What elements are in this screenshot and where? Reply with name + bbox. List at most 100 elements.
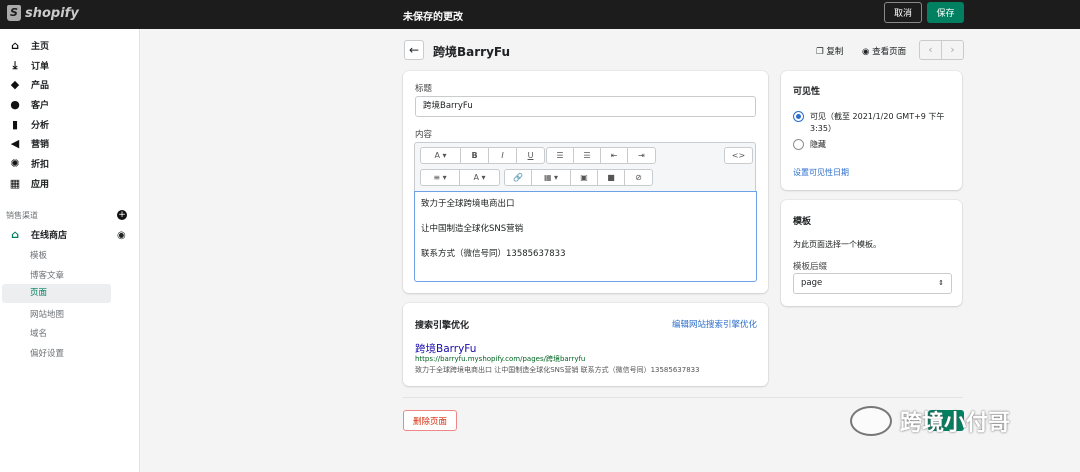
template-card: 模板 为此页面选择一个模板。 模板后缀 page ⇕ xyxy=(781,200,962,306)
watermark: 跨境小付哥 xyxy=(850,405,1010,437)
text-color-button[interactable]: A ▾ xyxy=(460,170,499,185)
set-visibility-date-link[interactable]: 设置可见性日期 xyxy=(793,167,849,178)
visible-label: 可见（截至 2021/1/20 GMT+9 下午 3:35） xyxy=(810,112,945,133)
page-content-card: 标题 跨境BarryFu 内容 A ▾ B I U ☰ ☰ ⇤ ⇥ <> ≡ ▾ A ▾ 🔗 ▦… xyxy=(403,71,768,293)
home-icon: ⌂ xyxy=(11,39,19,52)
previous-page-button[interactable]: ‹ xyxy=(920,41,942,59)
html-group: <> xyxy=(724,147,753,164)
outdent-button[interactable]: ⇤ xyxy=(601,148,628,163)
seo-card: 搜索引擎优化 编辑网站搜索引擎优化 跨境BarryFu https://barr… xyxy=(403,303,768,386)
indent-button[interactable]: ⇥ xyxy=(628,148,655,163)
back-button[interactable]: ← xyxy=(404,40,424,60)
table-button[interactable]: ▦ ▾ xyxy=(532,170,571,185)
template-suffix-label: 模板后缀 xyxy=(793,262,828,272)
sidebar-item-label: 应用 xyxy=(31,180,50,190)
numbered-list-button[interactable]: ☰ xyxy=(574,148,601,163)
sidebar-item-home[interactable]: ⌂ 主页 xyxy=(0,36,140,55)
content-editor[interactable]: 致力于全球跨境电商出口 让中国制造全球化SNS营销 联系方式（微信号同）1358… xyxy=(414,191,757,282)
content-line: 联系方式（微信号同）13585637833 xyxy=(421,249,566,259)
template-suffix-value: page xyxy=(801,278,823,288)
shopify-logo[interactable]: Sshopify xyxy=(7,5,79,21)
italic-button[interactable]: I xyxy=(489,148,517,163)
list-group: ☰ ☰ ⇤ ⇥ xyxy=(546,147,656,164)
delete-page-button[interactable]: 删除页面 xyxy=(403,410,457,431)
watermark-text: 跨境小付哥 xyxy=(900,411,1011,436)
sales-channels-heading: 销售渠道 xyxy=(6,211,38,220)
format-group: A ▾ B I U xyxy=(420,147,545,164)
sidebar-item-apps[interactable]: ▦ 应用 xyxy=(0,174,140,193)
sidebar-item-discounts[interactable]: ✺ 折扣 xyxy=(0,154,140,173)
edit-seo-link[interactable]: 编辑网站搜索引擎优化 xyxy=(672,318,757,330)
sidebar-item-label: 分析 xyxy=(31,121,50,131)
link-button[interactable]: 🔗 xyxy=(505,170,532,185)
next-page-button[interactable]: › xyxy=(942,41,963,59)
image-button[interactable]: ▣ xyxy=(571,170,598,185)
title-input[interactable]: 跨境BarryFu xyxy=(415,96,756,117)
eye-icon: ◉ xyxy=(862,47,873,57)
content-line: 致力于全球跨境电商出口 xyxy=(421,199,515,209)
bar-chart-icon: ▮ xyxy=(11,118,19,131)
view-page-button[interactable]: ◉ 查看页面 xyxy=(862,45,906,57)
hidden-label: 隐藏 xyxy=(810,140,826,149)
sidebar-sub-preferences[interactable]: 偏好设置 xyxy=(30,347,64,359)
code-view-button[interactable]: <> xyxy=(725,148,752,163)
sidebar-item-products[interactable]: ◆ 产品 xyxy=(0,75,140,94)
pagination: ‹ › xyxy=(919,40,964,60)
align-color-group: ≡ ▾ A ▾ xyxy=(420,169,500,186)
visibility-title: 可见性 xyxy=(793,87,821,97)
bold-button[interactable]: B xyxy=(461,148,489,163)
underline-button[interactable]: U xyxy=(517,148,544,163)
wechat-icon xyxy=(850,406,892,436)
person-icon: ● xyxy=(10,98,20,111)
apps-icon: ▦ xyxy=(9,177,21,190)
bullet-list-button[interactable]: ☰ xyxy=(547,148,574,163)
font-format-button[interactable]: A ▾ xyxy=(421,148,461,163)
clear-format-button[interactable]: ⊘ xyxy=(625,170,652,185)
sidebar-item-label: 产品 xyxy=(31,81,50,91)
sidebar: ⌂ 主页 ⤓ 订单 ◆ 产品 ● 客户 ▮ 分析 ◀ 营销 ✺ 折扣 ▦ 应用 销售渠道 + ⌂… xyxy=(0,29,140,472)
sidebar-sub-pages[interactable]: 页面 xyxy=(2,284,111,303)
title-label: 标题 xyxy=(415,84,433,94)
orders-icon: ⤓ xyxy=(12,58,18,72)
sidebar-item-orders[interactable]: ⤓ 订单 xyxy=(0,56,140,75)
sidebar-item-label: 在线商店 xyxy=(31,231,68,241)
megaphone-icon: ◀ xyxy=(10,137,20,150)
shopify-bag-icon: S xyxy=(7,5,21,21)
add-channel-icon[interactable]: + xyxy=(117,210,127,220)
sidebar-sub-blog-posts[interactable]: 博客文章 xyxy=(30,269,64,281)
seo-title: 搜索引擎优化 xyxy=(415,321,470,331)
visible-radio[interactable] xyxy=(793,111,804,122)
discount-icon: ✺ xyxy=(10,157,20,170)
template-description: 为此页面选择一个模板。 xyxy=(793,240,881,249)
cancel-button[interactable]: 取消 xyxy=(884,2,922,23)
seo-preview-description: 致力于全球跨境电商出口 让中国制造全球化SNS营销 联系方式（微信号同）1358… xyxy=(415,366,700,374)
logo-text: shopify xyxy=(25,5,79,21)
template-suffix-select[interactable]: page ⇕ xyxy=(793,273,952,294)
duplicate-icon: ❐ xyxy=(816,47,827,57)
duplicate-label: 复制 xyxy=(826,47,844,57)
sidebar-item-label: 主页 xyxy=(31,42,50,52)
align-button[interactable]: ≡ ▾ xyxy=(421,170,460,185)
view-page-label: 查看页面 xyxy=(872,47,907,57)
insert-group: 🔗 ▦ ▾ ▣ ■ ⊘ xyxy=(504,169,653,186)
save-button[interactable]: 保存 xyxy=(927,2,964,23)
tag-icon: ◆ xyxy=(10,78,20,91)
sidebar-item-label: 客户 xyxy=(31,101,50,111)
sidebar-sub-domains[interactable]: 域名 xyxy=(30,327,47,339)
editor-toolbar: A ▾ B I U ☰ ☰ ⇤ ⇥ <> ≡ ▾ A ▾ 🔗 ▦ ▾ ▣ ■ ⊘ xyxy=(414,142,756,191)
visibility-card: 可见性 可见（截至 2021/1/20 GMT+9 下午 3:35） 隐藏 设置… xyxy=(781,71,962,190)
store-icon: ⌂ xyxy=(11,228,19,241)
sidebar-item-customers[interactable]: ● 客户 xyxy=(0,95,140,114)
hidden-radio[interactable] xyxy=(793,139,804,150)
sidebar-item-label: 订单 xyxy=(31,62,50,72)
sidebar-item-analytics[interactable]: ▮ 分析 xyxy=(0,115,140,134)
divider xyxy=(403,397,963,398)
duplicate-button[interactable]: ❐ 复制 xyxy=(816,45,843,57)
view-store-eye-icon[interactable]: ◉ xyxy=(117,230,126,241)
content-label: 内容 xyxy=(415,130,433,140)
video-button[interactable]: ■ xyxy=(598,170,625,185)
unsaved-changes-title: 未保存的更改 xyxy=(403,12,463,23)
sidebar-sub-navigation[interactable]: 网站地图 xyxy=(30,308,64,320)
sidebar-sub-themes[interactable]: 模板 xyxy=(30,249,47,261)
sidebar-item-marketing[interactable]: ◀ 营销 xyxy=(0,134,140,153)
